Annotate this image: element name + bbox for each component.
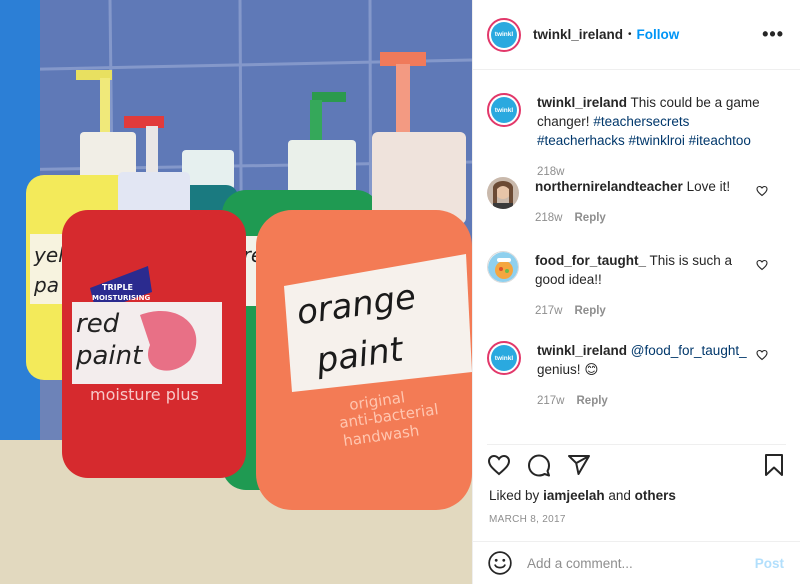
post-date[interactable]: MARCH 8, 2017 [489,514,566,525]
separator-dot: • [628,29,632,40]
liked-by-others[interactable]: others [635,488,676,503]
svg-text:MOISTURISING: MOISTURISING [92,294,151,302]
comment-body: Love it! [686,179,731,194]
comment-row: twinkl twinkl_ireland @food_for_taught_ … [487,341,786,421]
comment-text: northernirelandteacher Love it! 218w Repl… [535,177,761,251]
comment-age[interactable]: 217w [535,305,563,317]
author-username[interactable]: twinkl_ireland [533,27,623,42]
comment-mention[interactable]: @food_for_taught_ [631,343,747,358]
svg-text:pa: pa [33,273,59,297]
comment-meta: 217w Reply [537,392,763,411]
caption-text: twinkl_ireland This could be a game chan… [537,93,763,178]
save-bookmark-icon[interactable] [762,453,786,477]
instagram-post: yell pa gre TRIPLE MOISTURISING red pain… [0,0,800,584]
comment-age[interactable]: 217w [537,395,565,407]
reply-button[interactable]: Reply [577,395,608,407]
comment-row: northernirelandteacher Love it! 218w Repl… [487,177,786,251]
likes-summary: Liked by iamjeelah and others [489,488,676,503]
commenter-avatar[interactable] [487,177,519,209]
caption-row: twinkl twinkl_ireland This could be a ga… [487,93,786,178]
post-actions [487,444,786,477]
comment-text: food_for_taught_ This is such a good ide… [535,251,761,341]
commenter-avatar[interactable]: twinkl [487,341,521,375]
avatar-logo-text: twinkl [491,97,517,123]
comment-text: twinkl_ireland @food_for_taught_ genius!… [537,341,763,421]
svg-text:red: red [76,309,120,339]
follow-button[interactable]: Follow [637,27,680,42]
comment-username[interactable]: northernirelandteacher [535,179,683,194]
emoji-picker-icon[interactable] [487,550,513,576]
like-comment-heart-icon[interactable] [756,259,768,271]
post-photo[interactable]: yell pa gre TRIPLE MOISTURISING red pain… [0,0,472,584]
comments-list[interactable]: twinkl twinkl_ireland This could be a ga… [473,71,800,443]
avatar-logo-text: twinkl [491,21,517,48]
avatar-logo-text: twinkl [491,345,517,371]
commenter-avatar[interactable] [487,251,519,283]
post-side-panel: twinkl twinkl_ireland • Follow ••• twink… [472,0,800,584]
svg-text:moisture plus: moisture plus [90,385,199,404]
comment-username[interactable]: twinkl_ireland [537,343,627,358]
comment-input[interactable] [527,555,737,571]
comment-body: genius! [537,362,581,377]
more-options-icon[interactable]: ••• [762,24,784,45]
liked-by-prefix: Liked by [489,488,540,503]
like-heart-icon[interactable] [487,453,511,477]
comment-username[interactable]: food_for_taught_ [535,253,646,268]
post-comment-button[interactable]: Post [755,556,784,571]
comment-bubble-icon[interactable] [527,453,551,477]
comment-row: food_for_taught_ This is such a good ide… [487,251,786,341]
reply-button[interactable]: Reply [575,305,606,317]
food-for-taught-logo-icon [488,252,518,282]
caption-avatar[interactable]: twinkl [487,93,521,127]
post-header: twinkl twinkl_ireland • Follow ••• [473,0,800,70]
svg-text:TRIPLE: TRIPLE [102,283,133,292]
like-comment-heart-icon[interactable] [756,349,768,361]
comment-composer: Post [473,541,800,584]
liked-by-user[interactable]: iamjeelah [543,488,605,503]
like-comment-heart-icon[interactable] [756,185,768,197]
liked-by-and: and [608,488,631,503]
reply-button[interactable]: Reply [575,212,606,224]
comment-meta: 218w Reply [535,209,761,228]
smile-emoji-icon: 😊 [584,362,599,377]
author-avatar[interactable]: twinkl [487,17,521,52]
paint-bottles-photo: yell pa gre TRIPLE MOISTURISING red pain… [0,0,472,584]
comment-age[interactable]: 218w [535,212,563,224]
svg-text:paint: paint [75,341,143,371]
share-paper-plane-icon[interactable] [567,453,591,477]
caption-username[interactable]: twinkl_ireland [537,95,627,110]
profile-photo-icon [487,177,519,209]
comment-meta: 217w Reply [535,302,761,321]
